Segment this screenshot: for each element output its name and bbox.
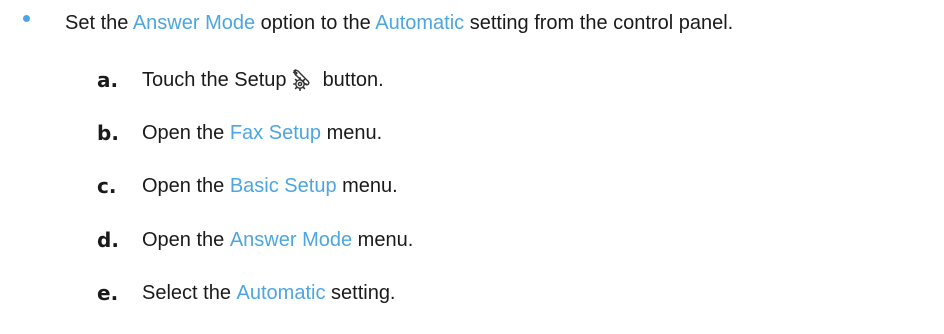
step-text: Open the Answer Mode menu.	[142, 225, 413, 255]
instruction-document: Set the Answer Mode option to the Automa…	[0, 0, 944, 334]
step-text-pre: Open the	[142, 229, 230, 251]
step-text-pre: Open the	[142, 175, 230, 197]
step-text-pre: Touch the Setup	[142, 69, 287, 91]
answer-mode-link[interactable]: Answer Mode	[133, 12, 255, 34]
basic-setup-link[interactable]: Basic Setup	[230, 171, 337, 201]
step-b: b. Open the Fax Setup menu.	[0, 118, 944, 148]
step-letter: d.	[97, 228, 119, 252]
automatic-link[interactable]: Automatic	[237, 278, 326, 308]
step-text: Open the Fax Setup menu.	[142, 118, 382, 148]
step-text: Touch the Setup button.	[142, 65, 384, 95]
step-letter: b.	[97, 121, 119, 145]
step-text-pre: Open the	[142, 122, 230, 144]
step-d: d. Open the Answer Mode menu.	[0, 225, 944, 255]
step-text: Select the Automatic setting.	[142, 278, 396, 308]
step-letter: e.	[97, 281, 119, 305]
setup-wrench-gear-icon	[292, 69, 310, 92]
step-text-post: menu.	[336, 175, 398, 197]
instruction-text: Set the	[65, 12, 133, 34]
answer-mode-link[interactable]: Answer Mode	[230, 225, 352, 255]
step-text: Open the Basic Setup menu.	[142, 171, 398, 201]
bullet-dot	[23, 15, 30, 22]
step-text-post: menu.	[321, 122, 383, 144]
instruction-text: setting from the control panel.	[464, 12, 734, 34]
step-letter: a.	[97, 68, 119, 92]
step-text-post: button.	[322, 69, 384, 91]
main-instruction: Set the Answer Mode option to the Automa…	[65, 8, 733, 38]
step-e: e. Select the Automatic setting.	[0, 278, 944, 308]
step-c: c. Open the Basic Setup menu.	[0, 171, 944, 201]
fax-setup-link[interactable]: Fax Setup	[230, 118, 321, 148]
instruction-text: option to the	[255, 12, 376, 34]
step-text-pre: Select the	[142, 282, 237, 304]
step-letter: c.	[97, 174, 117, 198]
automatic-link[interactable]: Automatic	[375, 12, 464, 34]
step-a: a. Touch the Setup button.	[0, 65, 944, 95]
step-text-post: menu.	[352, 229, 414, 251]
step-text-post: setting.	[325, 282, 396, 304]
